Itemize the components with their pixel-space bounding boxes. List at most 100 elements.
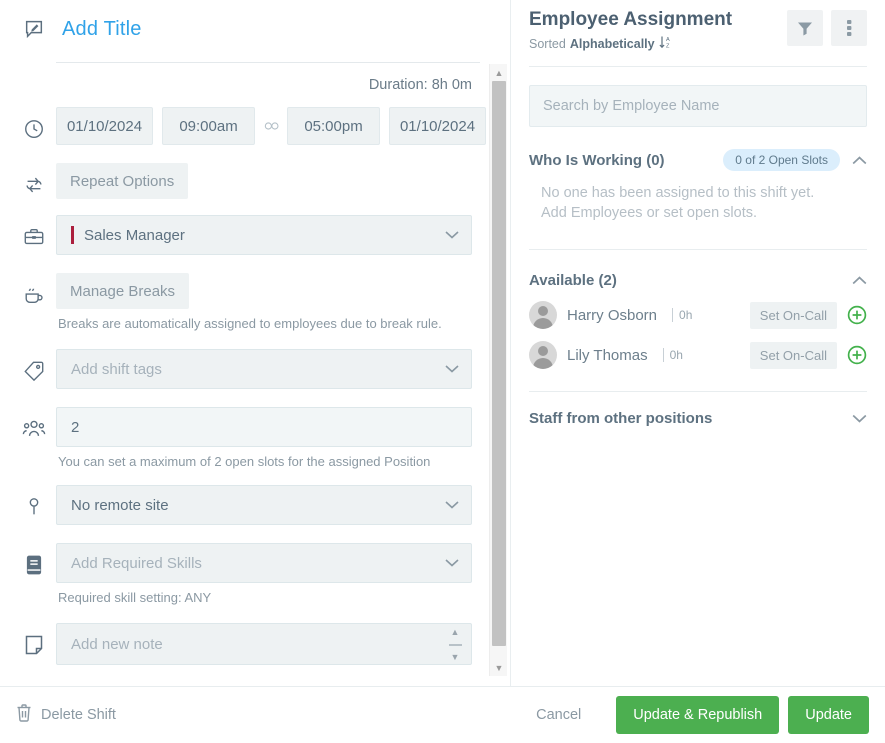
more-options-button[interactable] — [831, 10, 867, 46]
employee-search-placeholder: Search by Employee Name — [543, 98, 720, 114]
end-time-field[interactable]: 05:00pm — [287, 107, 380, 145]
sorted-prefix: Sorted — [529, 36, 566, 51]
position-row: Sales Manager — [0, 215, 510, 255]
sort-az-icon[interactable]: A Z — [659, 35, 672, 52]
tag-icon — [12, 349, 56, 385]
employee-hours: 0h — [672, 308, 692, 322]
available-header: Available (2) — [529, 272, 867, 289]
breaks-helper-text: Breaks are automatically assigned to emp… — [58, 316, 442, 331]
briefcase-icon — [12, 215, 56, 251]
repeat-icon — [12, 163, 56, 199]
note-icon — [12, 623, 56, 659]
date-time-group: 01/10/2024 09:00am 05:00pm 01/10/2024 — [56, 107, 486, 145]
shift-editor-dialog: Add Title Duration: 8h 0m 01/10/2024 09:… — [0, 0, 885, 743]
remote-site-value: No remote site — [71, 496, 169, 514]
start-date-field[interactable]: 01/10/2024 — [56, 107, 153, 145]
note-resize-stepper[interactable]: ▲ ▼ — [447, 628, 463, 662]
svg-text:Z: Z — [666, 44, 670, 49]
update-button[interactable]: Update — [788, 696, 869, 734]
position-select-value: Sales Manager — [84, 226, 185, 244]
shift-title-row: Add Title — [0, 0, 510, 58]
shift-tags-field-body: Add shift tags — [56, 349, 510, 389]
link-icon — [264, 118, 279, 135]
set-on-call-button[interactable]: Set On-Call — [749, 301, 837, 329]
avatar — [529, 341, 557, 369]
chevron-down-icon — [445, 497, 459, 514]
position-select[interactable]: Sales Manager — [56, 215, 472, 255]
title-divider — [56, 62, 480, 63]
employee-search-input[interactable]: Search by Employee Name — [529, 85, 867, 127]
sort-indicator[interactable]: Sorted Alphabetically A Z — [529, 35, 732, 52]
who-is-working-divider — [529, 249, 867, 250]
delete-shift-label: Delete Shift — [41, 707, 116, 723]
new-note-input[interactable]: Add new note ▲ ▼ — [56, 623, 472, 665]
book-icon — [12, 543, 56, 579]
remote-site-row: No remote site — [0, 485, 510, 525]
start-time-field[interactable]: 09:00am — [162, 107, 255, 145]
title-edit-icon — [12, 18, 56, 40]
filter-button[interactable] — [787, 10, 823, 46]
chevron-down-icon — [445, 555, 459, 572]
trash-icon — [16, 704, 32, 726]
open-slots-badge: 0 of 2 Open Slots — [723, 149, 840, 171]
who-is-working-label: Who Is Working (0) — [529, 151, 665, 169]
no-assignment-message: No one has been assigned to this shift y… — [541, 185, 815, 221]
manage-breaks-button[interactable]: Manage Breaks — [56, 273, 190, 309]
required-skills-field-body: Add Required Skills Required skill setti… — [56, 543, 510, 605]
location-pin-icon — [12, 485, 56, 521]
cancel-button[interactable]: Cancel — [530, 706, 587, 724]
schedule-fields: 01/10/2024 09:00am 05:00pm 01/10/2024 — [56, 107, 510, 145]
repeat-field-body: Repeat Options — [56, 163, 510, 199]
breaks-row: Manage Breaks Breaks are automatically a… — [0, 273, 510, 331]
chevron-up-icon[interactable] — [852, 273, 867, 288]
assignment-heading-block: Employee Assignment Sorted Alphabeticall… — [529, 8, 732, 52]
assignment-title: Employee Assignment — [529, 9, 733, 30]
breaks-field-body: Manage Breaks Breaks are automatically a… — [56, 273, 510, 331]
update-republish-button[interactable]: Update & Republish — [616, 696, 780, 734]
shift-tags-placeholder: Add shift tags — [71, 360, 162, 378]
add-title-link[interactable]: Add Title — [62, 18, 142, 41]
position-field-body: Sales Manager — [56, 215, 510, 255]
delete-shift-button[interactable]: Delete Shift — [16, 704, 116, 726]
scroll-up-arrow-icon[interactable]: ▲ — [490, 64, 508, 81]
note-row: Add new note ▲ ▼ — [0, 623, 510, 665]
repeat-options-button[interactable]: Repeat Options — [56, 163, 189, 199]
remote-site-select[interactable]: No remote site — [56, 485, 472, 525]
list-item[interactable]: Harry Osborn 0h Set On-Call — [529, 301, 867, 329]
open-slots-helper-text: You can set a maximum of 2 open slots fo… — [58, 454, 431, 469]
set-on-call-button[interactable]: Set On-Call — [749, 341, 837, 369]
shift-tags-row: Add shift tags — [0, 349, 510, 389]
shift-tags-select[interactable]: Add shift tags — [56, 349, 472, 389]
add-employee-icon[interactable] — [847, 345, 867, 365]
stepper-up-icon[interactable]: ▲ — [451, 628, 460, 637]
employee-name: Lily Thomas — [567, 346, 648, 364]
chevron-down-icon — [445, 227, 459, 244]
required-skills-row: Add Required Skills Required skill setti… — [0, 543, 510, 605]
open-slots-input[interactable]: 2 — [56, 407, 472, 447]
who-is-working-meta: 0 of 2 Open Slots — [723, 149, 867, 171]
required-skills-helper-text: Required skill setting: ANY — [58, 590, 212, 605]
add-employee-icon[interactable] — [847, 305, 867, 325]
assignment-actions — [787, 8, 867, 46]
other-positions-label: Staff from other positions — [529, 410, 713, 427]
list-item[interactable]: Lily Thomas 0h Set On-Call — [529, 341, 867, 369]
employee-hours: 0h — [662, 348, 683, 362]
scroll-down-arrow-icon[interactable]: ▼ — [490, 659, 508, 676]
employee-name: Harry Osborn — [567, 306, 658, 324]
stepper-down-icon[interactable]: ▼ — [451, 653, 460, 662]
required-skills-placeholder: Add Required Skills — [71, 554, 202, 572]
chevron-down-icon[interactable] — [852, 411, 867, 426]
schedule-row: 01/10/2024 09:00am 05:00pm 01/10/2024 — [0, 107, 510, 145]
shift-form-scroll-area: Duration: 8h 0m 01/10/2024 09:00am 05:00… — [0, 64, 510, 674]
form-scrollbar[interactable]: ▲ ▼ — [489, 64, 507, 676]
scrollbar-thumb[interactable] — [492, 81, 506, 646]
chevron-down-icon — [445, 361, 459, 378]
available-divider — [529, 391, 867, 392]
other-positions-header[interactable]: Staff from other positions — [529, 410, 867, 427]
required-skills-select[interactable]: Add Required Skills — [56, 543, 472, 583]
dialog-footer: Delete Shift Cancel Update & Republish U… — [0, 686, 885, 743]
end-date-field[interactable]: 01/10/2024 — [389, 107, 486, 145]
chevron-up-icon[interactable] — [852, 153, 867, 168]
stepper-divider — [448, 644, 462, 646]
available-label: Available (2) — [529, 272, 617, 289]
